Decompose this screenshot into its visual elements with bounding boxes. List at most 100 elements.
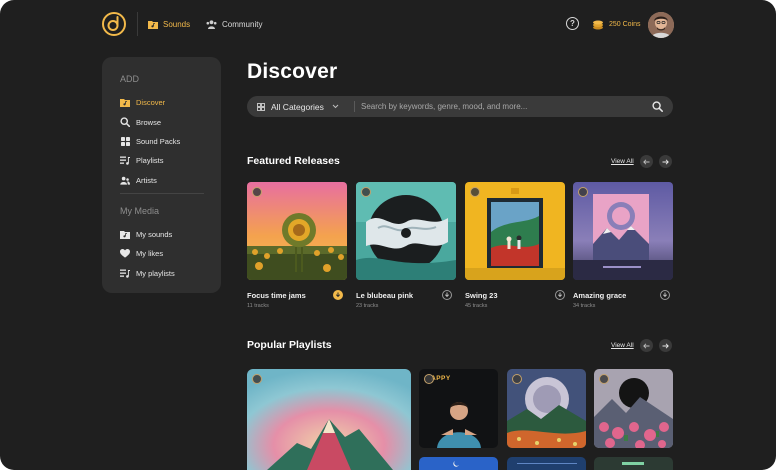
sidebar-section-add: ADD xyxy=(120,74,140,84)
release-card-track-count: 34 tracks xyxy=(573,303,596,309)
album-cover xyxy=(573,182,673,280)
download-icon xyxy=(662,292,668,298)
sidebar-item-artists[interactable]: Artists xyxy=(120,174,157,186)
playlist-card-art[interactable]: APPY xyxy=(419,369,498,448)
download-button[interactable] xyxy=(442,290,452,300)
release-card-art[interactable] xyxy=(573,182,673,280)
owner-badge xyxy=(512,374,522,384)
release-card-track-count: 45 tracks xyxy=(465,303,488,309)
release-card-art[interactable] xyxy=(247,182,347,280)
grid-icon xyxy=(120,136,130,146)
playlist-card-art[interactable] xyxy=(507,457,586,470)
sidebar-item-label: Sound Packs xyxy=(136,136,181,146)
sidebar-section-my-media: My Media xyxy=(120,206,160,216)
app-window: Sounds Community ? 250 Coins ADD Discove… xyxy=(0,0,776,470)
download-button[interactable] xyxy=(660,290,670,300)
coins-balance[interactable]: 250 Coins xyxy=(592,17,641,31)
featured-prev-button[interactable] xyxy=(640,155,653,168)
sidebar-item-discover[interactable]: Discover xyxy=(120,96,165,108)
release-card-title[interactable]: Amazing grace xyxy=(573,291,626,300)
popular-playlists-title: Popular Playlists xyxy=(247,339,332,351)
category-label: All Categories xyxy=(271,101,324,112)
top-divider xyxy=(137,12,138,36)
featured-view-all-link[interactable]: View All xyxy=(611,158,634,165)
featured-next-button[interactable] xyxy=(659,155,672,168)
search-divider xyxy=(354,101,355,112)
download-button[interactable] xyxy=(333,290,343,300)
sidebar-item-label: My likes xyxy=(136,248,164,258)
app-logo[interactable] xyxy=(102,12,126,36)
nav-community[interactable]: Community xyxy=(206,17,262,31)
arrow-right-icon xyxy=(662,342,669,349)
release-card-title[interactable]: Swing 23 xyxy=(465,291,498,300)
download-button[interactable] xyxy=(555,290,565,300)
playlist-cover xyxy=(419,457,498,470)
playlist-card-art[interactable] xyxy=(419,457,498,470)
release-card-title[interactable]: Focus time jams xyxy=(247,291,306,300)
playlist-icon xyxy=(120,155,130,165)
owner-badge xyxy=(361,187,371,197)
avatar[interactable] xyxy=(648,12,674,38)
playlist-card-art[interactable] xyxy=(594,457,673,470)
playlist-cover xyxy=(507,457,586,470)
release-card-art[interactable] xyxy=(356,182,456,280)
nav-sounds[interactable]: Sounds xyxy=(148,17,190,31)
playlist-card-art[interactable] xyxy=(507,369,586,448)
folder-music-icon xyxy=(120,229,130,239)
sidebar-item-playlists[interactable]: Playlists xyxy=(120,154,164,166)
release-card-track-count: 23 tracks xyxy=(356,303,379,309)
album-cover xyxy=(247,182,347,280)
arrow-left-icon xyxy=(643,342,650,349)
download-icon xyxy=(444,292,450,298)
sidebar: ADD Discover Browse Sound Packs Playlist… xyxy=(102,57,221,293)
playlists-prev-button[interactable] xyxy=(640,339,653,352)
page-title: Discover xyxy=(247,60,338,83)
search-icon[interactable] xyxy=(652,101,663,112)
owner-badge xyxy=(252,374,262,384)
coins-label: 250 Coins xyxy=(609,20,641,28)
owner-badge xyxy=(424,374,434,384)
arrow-right-icon xyxy=(662,158,669,165)
sidebar-item-sound-packs[interactable]: Sound Packs xyxy=(120,135,180,147)
sidebar-item-my-likes[interactable]: My likes xyxy=(120,247,163,259)
playlist-card-art[interactable] xyxy=(594,369,673,448)
users-icon xyxy=(120,175,130,185)
playlist-icon xyxy=(120,268,130,278)
folder-music-icon xyxy=(120,97,130,107)
category-dropdown[interactable]: All Categories xyxy=(257,96,339,117)
help-button[interactable]: ? xyxy=(566,17,579,30)
playlist-cover xyxy=(247,369,411,470)
folder-music-icon xyxy=(148,20,158,29)
sidebar-item-browse[interactable]: Browse xyxy=(120,116,161,128)
users-icon xyxy=(206,19,217,29)
sidebar-item-my-playlists[interactable]: My playlists xyxy=(120,267,175,279)
coins-icon xyxy=(593,20,603,29)
help-icon: ? xyxy=(570,19,575,28)
arrow-left-icon xyxy=(643,158,650,165)
search-bar: All Categories xyxy=(247,96,673,117)
heart-icon xyxy=(120,248,130,258)
top-bar: Sounds Community ? 250 Coins xyxy=(0,0,776,48)
search-input[interactable] xyxy=(361,99,641,114)
owner-badge xyxy=(252,187,262,197)
album-cover xyxy=(356,182,456,280)
owner-badge xyxy=(599,374,609,384)
featured-releases-title: Featured Releases xyxy=(247,155,340,167)
playlists-next-button[interactable] xyxy=(659,339,672,352)
sidebar-item-my-sounds[interactable]: My sounds xyxy=(120,228,172,240)
sidebar-item-label: My sounds xyxy=(136,229,173,239)
playlists-view-all-link[interactable]: View All xyxy=(611,342,634,349)
release-card-title[interactable]: Le blubeau pink xyxy=(356,291,413,300)
sidebar-item-label: Artists xyxy=(136,175,157,185)
search-icon xyxy=(120,117,130,127)
owner-badge xyxy=(470,187,480,197)
download-icon xyxy=(557,292,563,298)
release-card-track-count: 11 tracks xyxy=(247,303,269,309)
download-icon xyxy=(335,292,341,298)
release-card-art[interactable] xyxy=(465,182,565,280)
sidebar-divider xyxy=(120,193,204,194)
nav-community-label: Community xyxy=(222,19,263,29)
sidebar-item-label: My playlists xyxy=(136,268,175,278)
album-cover xyxy=(465,182,565,280)
playlist-card-art[interactable] xyxy=(247,369,411,470)
